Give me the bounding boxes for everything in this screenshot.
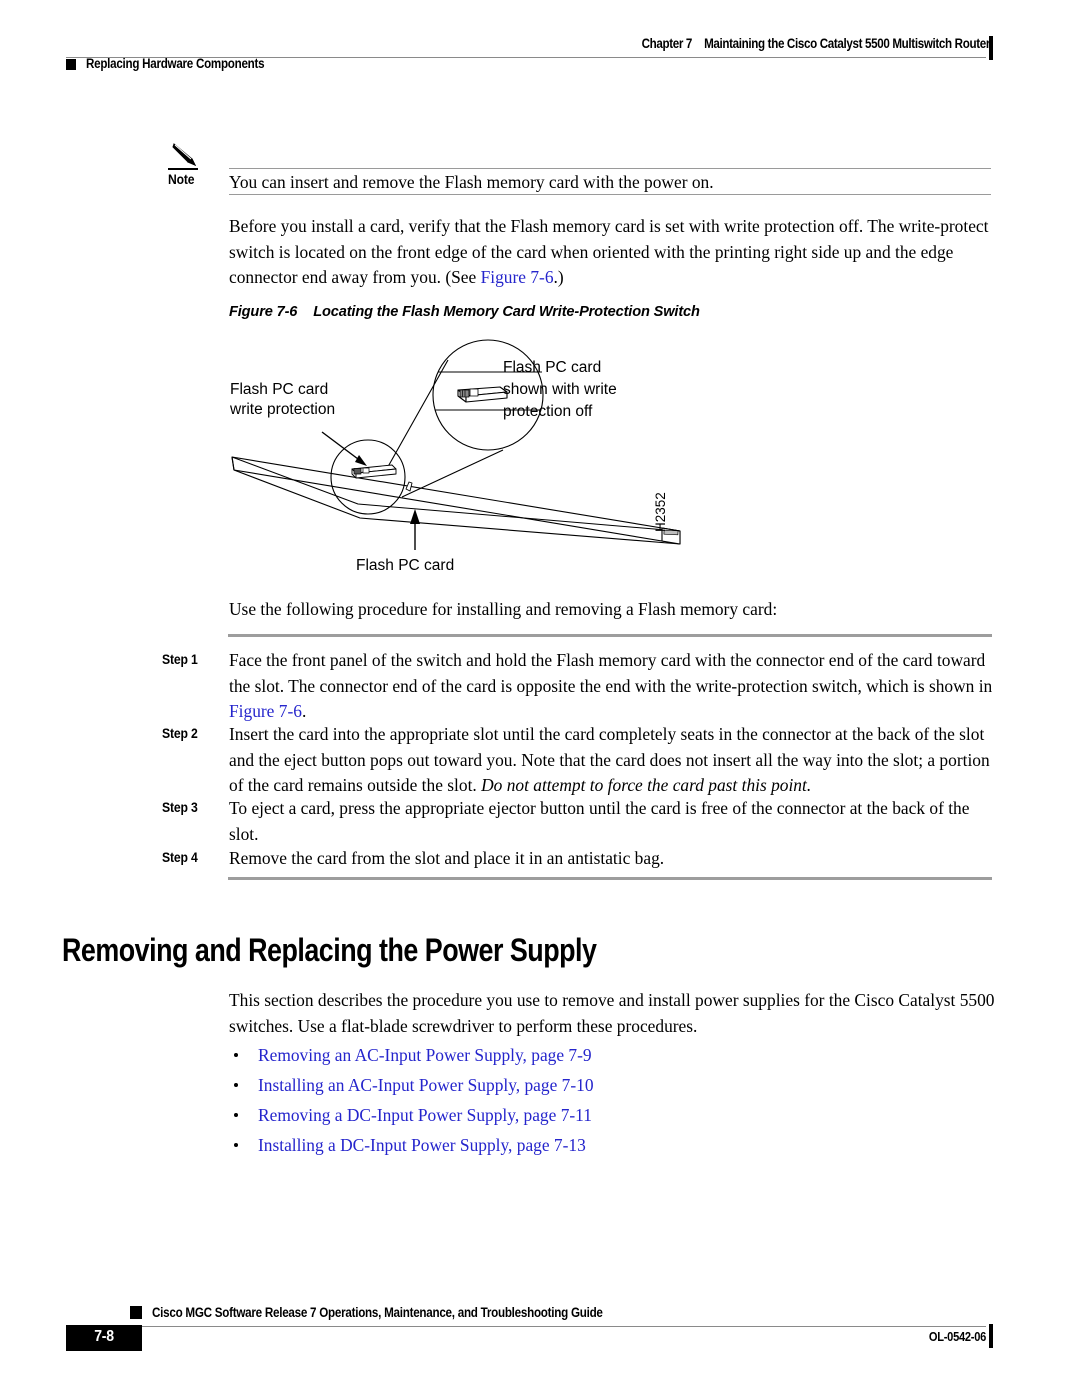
bullet-dot-icon (234, 1113, 238, 1117)
step-1-text-2: . (301, 701, 307, 722)
page-header: Chapter 7 Maintaining the Cisco Catalyst … (0, 0, 1080, 100)
figure-link-inline[interactable]: Figure 7-6 (481, 267, 554, 287)
note-label: Note (168, 172, 195, 187)
header-bullet-square-icon (66, 59, 76, 70)
header-section-title: Replacing Hardware Components (86, 56, 265, 71)
header-chapter-line: Chapter 7 Maintaining the Cisco Catalyst … (139, 36, 991, 51)
paragraph-use-following: Use the following procedure for installi… (229, 599, 778, 619)
step-label-3: Step 3 (162, 800, 198, 815)
figure-label-left-line1: Flash PC card (230, 381, 328, 398)
link-installing-ac-input[interactable]: Installing an AC-Input Power Supply, pag… (258, 1070, 594, 1100)
step-2-emphasis: Do not attempt to force the card past th… (481, 775, 812, 796)
note-rule-top (229, 168, 991, 169)
figure-caption: Figure 7-6 Locating the Flash Memory Card… (229, 304, 700, 320)
step-label-1: Step 1 (162, 652, 198, 667)
figure-svg: Flash PC card write protection Flash PC … (229, 339, 681, 574)
paragraph-section-description: This section describes the procedure you… (229, 990, 995, 1036)
paragraph-intro-text-1: Before you install a card, verify that t… (229, 216, 989, 288)
bullet-dot-icon (234, 1083, 238, 1087)
header-chapter-title: Maintaining the Cisco Catalyst 5500 Mult… (704, 36, 990, 51)
footer-change-bar (989, 1324, 993, 1348)
header-chapter-label: Chapter 7 (641, 36, 693, 51)
footer-rule (130, 1326, 986, 1327)
list-item[interactable]: Installing an AC-Input Power Supply, pag… (229, 1070, 829, 1100)
bullet-dot-icon (234, 1143, 238, 1147)
note-icon-rule (168, 168, 198, 170)
steps-rule-bottom (228, 877, 992, 880)
figure-caption-title: Locating the Flash Memory Card Write-Pro… (313, 304, 700, 320)
step-body-4: Remove the card from the slot and place … (229, 848, 665, 868)
header-change-bar (989, 36, 993, 60)
step-body-2: Insert the card into the appropriate slo… (229, 722, 997, 799)
step-body-3: To eject a card, press the appropriate e… (229, 798, 970, 844)
step-body-1: Face the front panel of the switch and h… (229, 648, 997, 725)
card-top-face (231, 456, 681, 545)
link-removing-dc-input[interactable]: Removing a DC-Input Power Supply, page 7… (258, 1100, 592, 1130)
footer-guide-title: Cisco MGC Software Release 7 Operations,… (152, 1305, 603, 1320)
figure-flash-card-diagram: Flash PC card write protection Flash PC … (210, 332, 710, 587)
footer-page-number: 7-8 (94, 1328, 114, 1345)
figure-label-right-line2: shown with write (503, 381, 617, 398)
figure-caption-number: Figure 7-6 (229, 304, 298, 320)
figure-label-right-line1: Flash PC card (503, 359, 601, 376)
paragraph-intro: Before you install a card, verify that t… (229, 214, 997, 291)
link-installing-dc-input[interactable]: Installing a DC-Input Power Supply, page… (258, 1130, 586, 1160)
step-label-2: Step 2 (162, 726, 198, 741)
step-1-figure-link[interactable]: Figure 7-6 (229, 701, 302, 721)
figure-art-id: H2352 (653, 492, 668, 532)
document-page: Chapter 7 Maintaining the Cisco Catalyst … (0, 0, 1080, 1397)
note-text: You can insert and remove the Flash memo… (229, 172, 714, 192)
list-item[interactable]: Removing a DC-Input Power Supply, page 7… (229, 1100, 829, 1130)
bullet-dot-icon (234, 1053, 238, 1057)
footer-bullet-square-icon (130, 1306, 142, 1319)
pencil-icon (172, 142, 202, 168)
link-removing-ac-input[interactable]: Removing an AC-Input Power Supply, page … (258, 1040, 592, 1070)
footer-doc-id: OL-0542-06 (928, 1330, 986, 1344)
steps-rule-top (228, 634, 992, 637)
figure-label-left-line2: write protection (229, 401, 335, 418)
figure-label-right-line3: protection off (503, 403, 593, 420)
note-rule-bottom (229, 194, 991, 195)
paragraph-intro-text-2: .) (553, 267, 564, 288)
figure-label-bottom: Flash PC card (356, 557, 454, 574)
list-item[interactable]: Installing a DC-Input Power Supply, page… (229, 1130, 829, 1160)
section-heading: Removing and Replacing the Power Supply (62, 932, 597, 968)
list-item[interactable]: Removing an AC-Input Power Supply, page … (229, 1040, 829, 1070)
section-link-list: Removing an AC-Input Power Supply, page … (229, 1040, 829, 1160)
step-label-4: Step 4 (162, 850, 198, 865)
step-1-text-1: Face the front panel of the switch and h… (229, 650, 993, 696)
